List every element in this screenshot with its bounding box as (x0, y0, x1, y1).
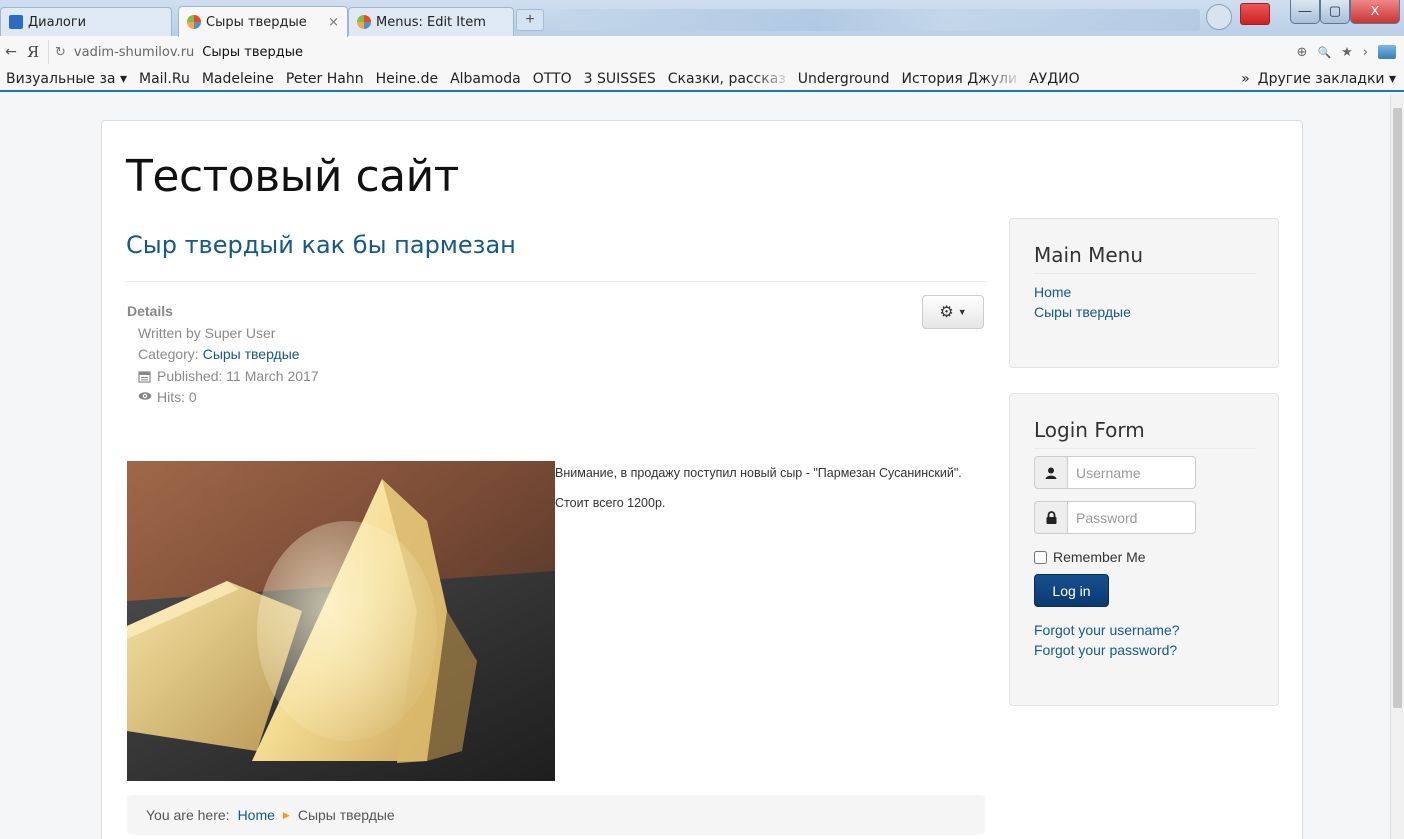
zoom-icon[interactable]: ⊕ (1297, 45, 1308, 60)
lock-icon (1034, 501, 1068, 534)
category-row: Category: Сыры твердые (127, 344, 319, 366)
bookmarks-overflow: » Другие закладки ▾ (1241, 71, 1404, 87)
bookmark-item[interactable]: Peter Hahn (280, 71, 370, 87)
new-tab-button[interactable]: + (516, 9, 544, 31)
browser-tab-bar: Диалоги Сыры твердые × Menus: Edit Item … (0, 0, 1404, 37)
close-window-button[interactable]: X (1350, 0, 1400, 24)
remember-me[interactable]: Remember Me (1034, 549, 1146, 565)
minimize-button[interactable]: — (1290, 0, 1320, 24)
bookmark-item[interactable]: Madeleine (196, 71, 280, 87)
user-avatar-icon[interactable] (1206, 4, 1232, 30)
menu-item-home[interactable]: Home (1034, 282, 1131, 302)
extension-icon[interactable] (1378, 45, 1396, 59)
user-icon (1034, 456, 1068, 489)
details-label: Details (127, 303, 173, 319)
article-info: Details Written by Super User Category: … (127, 301, 319, 409)
joomla-favicon-icon (357, 15, 371, 29)
eye-icon (138, 391, 152, 404)
author-row: Written by Super User (127, 323, 319, 345)
address-actions: ⊕ 🔍 ★ › (1297, 45, 1404, 60)
remember-me-checkbox[interactable] (1034, 550, 1047, 564)
bookmark-item[interactable]: Mail.Ru (133, 71, 196, 87)
main-menu-list: Home Сыры твердые (1034, 282, 1131, 322)
url-page-title: Сыры твердые (202, 44, 304, 60)
bookmark-item[interactable]: Underground (792, 71, 896, 87)
tab-dialogs[interactable]: Диалоги (0, 7, 172, 36)
bookmark-item[interactable]: История Джули (895, 71, 1023, 87)
login-form-title: Login Form (1034, 418, 1256, 449)
site-container: Тестовый сайт Сыр твердый как бы пармеза… (101, 120, 1303, 839)
title-divider (126, 281, 986, 282)
bookmark-item[interactable]: Albamoda (444, 71, 527, 87)
scrollbar-thumb[interactable] (1393, 108, 1402, 708)
article-body: Внимание, в продажу поступил новый сыр -… (555, 463, 975, 523)
forgot-password-link[interactable]: Forgot your password? (1034, 640, 1180, 660)
breadcrumb-prefix: You are here: (146, 807, 230, 823)
published-text: Published: 11 March 2017 (157, 367, 319, 384)
username-input[interactable] (1068, 456, 1196, 489)
author-text: Written by Super User (138, 324, 276, 341)
tab-menus-edit-item[interactable]: Menus: Edit Item (348, 7, 514, 36)
tab-label: Menus: Edit Item (376, 14, 486, 30)
bookmarks-bar: Визуальные за ▾ Mail.Ru Madeleine Peter … (0, 68, 1404, 92)
forgot-links: Forgot your username? Forgot your passwo… (1034, 620, 1180, 660)
main-menu-module: Main Menu Home Сыры твердые (1009, 218, 1279, 368)
password-input[interactable] (1068, 501, 1196, 534)
username-group (1034, 456, 1196, 489)
bookmark-item[interactable]: Визуальные за ▾ (0, 71, 133, 87)
parmesan-photo (127, 461, 555, 781)
other-bookmarks-folder[interactable]: Другие закладки ▾ (1258, 71, 1396, 87)
bookmark-star-icon[interactable]: ★ (1341, 45, 1353, 60)
calendar-icon (138, 370, 151, 383)
article-title: Сыр твердый как бы пармезан (126, 231, 516, 259)
bookmark-item[interactable]: АУДИО (1023, 71, 1086, 87)
chevron-right-icon[interactable]: › (1363, 45, 1368, 60)
tab-label: Сыры твердые (206, 14, 307, 30)
maximize-button[interactable]: ▢ (1320, 0, 1350, 24)
bookmark-item[interactable]: Heine.de (370, 71, 444, 87)
back-arrow-icon[interactable]: ← (0, 44, 22, 60)
hits-row: Hits: 0 (127, 387, 319, 409)
tab-cheeses[interactable]: Сыры твердые × (178, 6, 348, 37)
category-label: Category: (138, 346, 199, 362)
breadcrumb-current: Сыры твердые (297, 807, 395, 823)
page-scrollbar[interactable] (1390, 94, 1404, 839)
site-brand[interactable]: Тестовый сайт (126, 151, 459, 202)
browser-menu-icon[interactable] (1240, 3, 1270, 25)
gear-icon: ⚙ (939, 304, 954, 321)
remember-me-label: Remember Me (1053, 549, 1146, 565)
main-menu-title: Main Menu (1034, 243, 1256, 274)
article-paragraph: Стоит всего 1200р. (555, 496, 666, 510)
login-button[interactable]: Log in (1034, 574, 1109, 607)
joomla-favicon-icon (187, 15, 201, 29)
hits-text: Hits: 0 (157, 389, 197, 405)
article-tools-button[interactable]: ⚙ ▼ (922, 295, 984, 329)
url-field[interactable]: ↻ vadim-shumilov.ru Сыры твердые (48, 40, 1297, 64)
password-group (1034, 501, 1196, 534)
bookmark-item[interactable]: Сказки, рассказ (662, 71, 792, 87)
bookmark-item[interactable]: 3 SUISSES (578, 71, 662, 87)
category-link[interactable]: Сыры твердые (203, 344, 300, 366)
breadcrumb: You are here: Home ▶ Сыры твердые (127, 795, 985, 835)
tab-label: Диалоги (28, 14, 87, 30)
taskbar-blurred-region (560, 9, 1200, 31)
login-form-module: Login Form Remember Me Log in Forgot you… (1009, 393, 1279, 706)
breadcrumb-separator-icon: ▶ (282, 809, 290, 820)
url-domain: vadim-shumilov.ru (73, 44, 195, 60)
reload-icon[interactable]: ↻ (55, 45, 66, 60)
forgot-username-link[interactable]: Forgot your username? (1034, 620, 1180, 640)
caret-down-icon: ▼ (957, 307, 967, 317)
more-bookmarks-icon[interactable]: » (1241, 71, 1250, 87)
close-tab-icon[interactable]: × (328, 15, 339, 30)
published-row: Published: 11 March 2017 (127, 366, 319, 388)
dialogs-favicon-icon (9, 15, 23, 29)
bookmark-item[interactable]: OTTO (527, 71, 578, 87)
search-icon[interactable]: 🔍 (1317, 46, 1331, 59)
breadcrumb-home-link[interactable]: Home (238, 807, 275, 823)
article-paragraph: Внимание, в продажу поступил новый сыр -… (555, 466, 962, 480)
menu-item-hard-cheeses[interactable]: Сыры твердые (1034, 302, 1131, 322)
address-bar: ← Я ↻ vadim-shumilov.ru Сыры твердые ⊕ 🔍… (0, 36, 1404, 68)
yandex-logo-icon[interactable]: Я (22, 43, 44, 61)
